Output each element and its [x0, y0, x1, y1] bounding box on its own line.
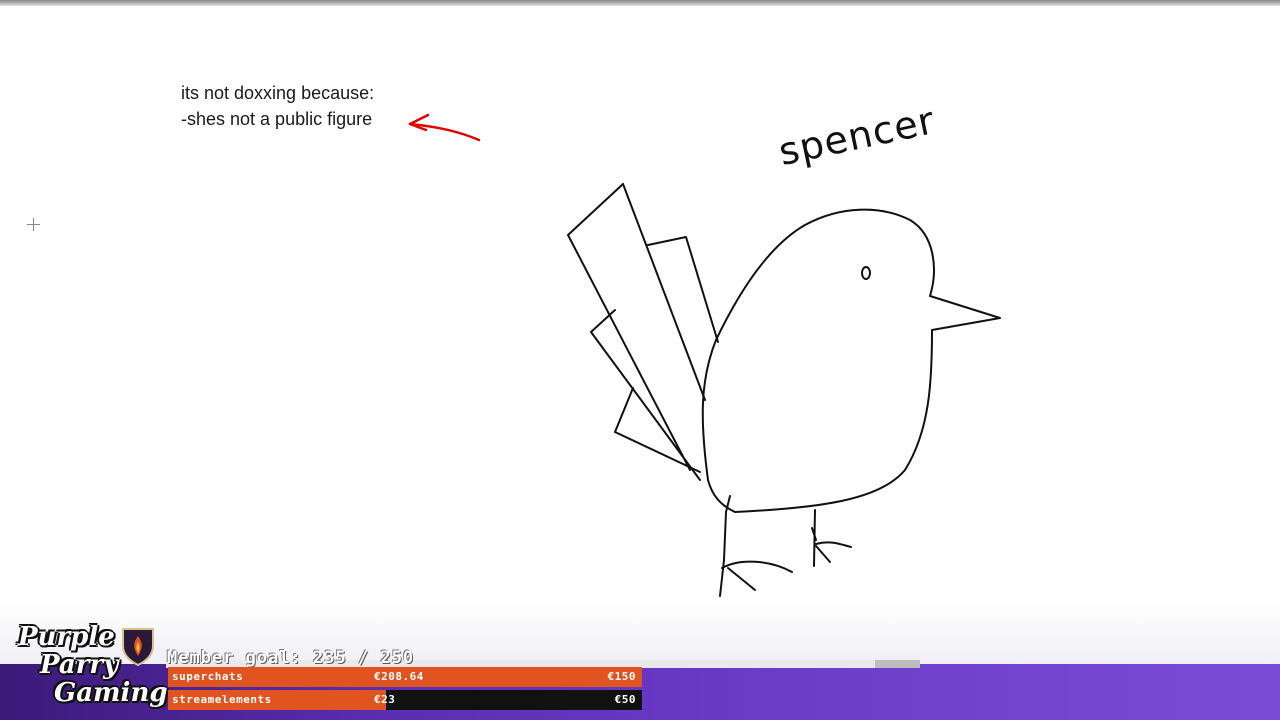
stream-overlay: Purple Parry Gaming Member goal: 235 / 2… — [0, 612, 1280, 720]
streamelements-goal-bar: streamelements €23 €50 — [168, 690, 642, 710]
stream-screen: its not doxxing because: -shes not a pub… — [0, 0, 1280, 720]
logo-word-3: Gaming — [54, 678, 168, 708]
member-goal-text: Member goal: 235 / 250 — [167, 648, 415, 668]
channel-logo: Purple Parry Gaming — [4, 620, 168, 720]
logo-word-1: Purple — [18, 622, 115, 652]
superchats-goal: €150 — [607, 670, 636, 683]
superchats-current: €208.64 — [374, 670, 424, 683]
shield-icon — [122, 628, 154, 666]
streamelements-label: streamelements — [172, 693, 272, 706]
red-arrow-icon — [408, 113, 481, 142]
superchats-goal-bar: superchats €208.64 €150 — [168, 667, 642, 687]
superchats-label: superchats — [172, 670, 244, 683]
streamelements-goal: €50 — [614, 693, 636, 706]
logo-word-2: Parry — [40, 650, 119, 680]
streamelements-current: €23 — [374, 693, 396, 706]
